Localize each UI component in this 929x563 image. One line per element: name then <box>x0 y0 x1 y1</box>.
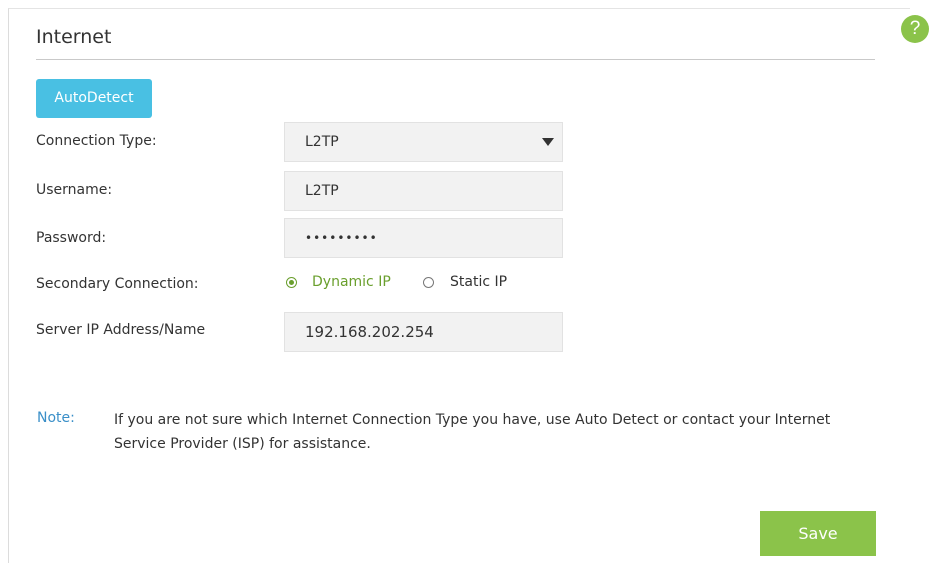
password-value: ••••••••• <box>305 231 378 245</box>
secondary-connection-label: Secondary Connection: <box>36 276 199 292</box>
note-text: If you are not sure which Internet Conne… <box>114 412 831 452</box>
autodetect-button[interactable]: AutoDetect <box>36 79 152 118</box>
dynamic-ip-label[interactable]: Dynamic IP <box>312 274 391 290</box>
note-label: Note: <box>37 410 75 426</box>
connection-type-value: L2TP <box>305 134 339 150</box>
password-label: Password: <box>36 230 107 246</box>
save-button[interactable]: Save <box>760 511 876 556</box>
username-label: Username: <box>36 182 113 198</box>
username-field[interactable]: L2TP <box>284 171 563 211</box>
password-field[interactable]: ••••••••• <box>284 218 563 258</box>
help-icon[interactable]: ? <box>901 15 929 43</box>
static-ip-radio[interactable] <box>423 277 434 288</box>
server-ip-value: 192.168.202.254 <box>305 323 434 341</box>
connection-type-select[interactable]: L2TP <box>284 122 563 162</box>
static-ip-label[interactable]: Static IP <box>450 274 507 290</box>
username-value: L2TP <box>305 183 339 199</box>
dynamic-ip-radio[interactable] <box>286 277 297 288</box>
chevron-down-icon <box>542 138 554 146</box>
title-divider <box>36 59 875 60</box>
page-title: Internet <box>36 26 112 48</box>
connection-type-label: Connection Type: <box>36 133 157 149</box>
server-ip-field[interactable]: 192.168.202.254 <box>284 312 563 352</box>
server-ip-label: Server IP Address/Name <box>36 322 206 338</box>
